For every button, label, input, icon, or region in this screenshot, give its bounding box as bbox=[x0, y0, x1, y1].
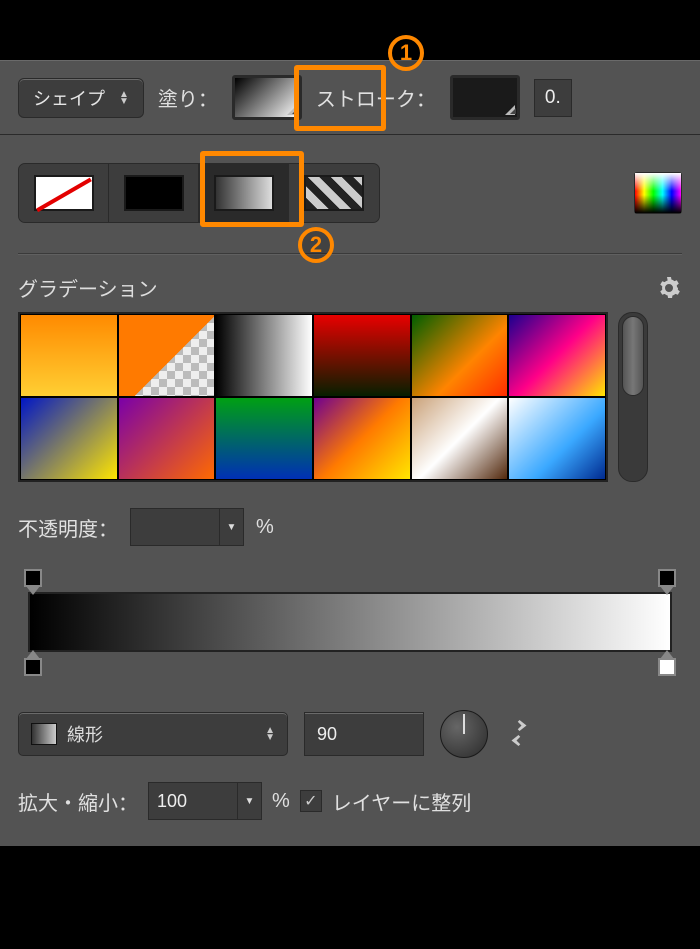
solid-fill-icon bbox=[124, 175, 184, 211]
tool-mode-label: シェイプ bbox=[33, 85, 105, 111]
angle-dial[interactable] bbox=[440, 710, 488, 758]
fill-label: 塗り： bbox=[158, 83, 218, 112]
gradient-preset[interactable] bbox=[118, 397, 216, 480]
opacity-stop-left[interactable] bbox=[24, 569, 42, 587]
fill-type-solid-button[interactable] bbox=[109, 164, 199, 222]
scrollbar-thumb[interactable] bbox=[622, 316, 644, 396]
chevron-down-icon: ▼ bbox=[245, 796, 255, 807]
opacity-label: 不透明度： bbox=[18, 513, 118, 542]
gradient-preset[interactable] bbox=[411, 314, 509, 397]
gradient-preset[interactable] bbox=[411, 397, 509, 480]
fill-type-pattern-button[interactable] bbox=[289, 164, 379, 222]
preset-scrollbar[interactable] bbox=[618, 312, 648, 482]
fill-type-gradient-button[interactable] bbox=[199, 164, 289, 222]
reverse-gradient-icon[interactable] bbox=[504, 718, 536, 750]
dropdown-arrows-icon: ▲▼ bbox=[265, 727, 275, 741]
fill-type-row: 2 bbox=[18, 153, 682, 253]
stroke-label: ストローク： bbox=[316, 83, 436, 112]
pattern-fill-icon bbox=[304, 175, 364, 211]
dropdown-arrows-icon: ▲▼ bbox=[119, 91, 129, 105]
dropdown-triangle-icon bbox=[287, 105, 297, 115]
opacity-stop-right[interactable] bbox=[658, 569, 676, 587]
opacity-unit: % bbox=[256, 516, 274, 539]
no-fill-icon bbox=[34, 175, 94, 211]
gradient-presets bbox=[18, 312, 682, 500]
linear-gradient-icon bbox=[31, 723, 57, 745]
gradient-fill-icon bbox=[214, 175, 274, 211]
gear-icon[interactable] bbox=[656, 275, 682, 301]
options-bar: シェイプ ▲▼ 塗り： ストローク： 0. 1 bbox=[0, 60, 700, 135]
fill-panel: 2 グラデーション 不透明度： ▼ % 線形 bbox=[0, 135, 700, 846]
dropdown-triangle-icon bbox=[505, 105, 515, 115]
scale-unit: % bbox=[272, 790, 290, 813]
fill-type-none-button[interactable] bbox=[19, 164, 109, 222]
gradient-bar[interactable] bbox=[28, 592, 672, 652]
color-picker-icon[interactable] bbox=[634, 172, 682, 214]
gradient-preset[interactable] bbox=[20, 314, 118, 397]
chevron-down-icon: ▼ bbox=[227, 522, 237, 533]
color-stop-right[interactable] bbox=[658, 658, 676, 676]
opacity-input[interactable] bbox=[130, 508, 220, 546]
scale-label: 拡大・縮小： bbox=[18, 787, 138, 816]
scale-dropdown[interactable]: ▼ bbox=[238, 782, 262, 820]
gradient-editor[interactable] bbox=[18, 562, 682, 688]
gradient-preset[interactable] bbox=[508, 397, 606, 480]
gradient-preset[interactable] bbox=[313, 314, 411, 397]
gradient-preset[interactable] bbox=[508, 314, 606, 397]
gradient-preset[interactable] bbox=[215, 314, 313, 397]
fill-swatch-button[interactable] bbox=[232, 75, 302, 120]
opacity-dropdown[interactable]: ▼ bbox=[220, 508, 244, 546]
gradient-section-title: グラデーション bbox=[18, 273, 158, 302]
gradient-angle-input[interactable]: 90 bbox=[304, 712, 424, 756]
tool-mode-dropdown[interactable]: シェイプ ▲▼ bbox=[18, 78, 144, 118]
color-stop-left[interactable] bbox=[24, 658, 42, 676]
gradient-preset[interactable] bbox=[215, 397, 313, 480]
align-layer-checkbox[interactable]: ✓ bbox=[300, 790, 322, 812]
gradient-preset[interactable] bbox=[118, 314, 216, 397]
scale-input[interactable]: 100 bbox=[148, 782, 238, 820]
stroke-width-field[interactable]: 0. bbox=[534, 79, 572, 117]
stroke-swatch-button[interactable] bbox=[450, 75, 520, 120]
fill-type-group bbox=[18, 163, 380, 223]
gradient-type-label: 線形 bbox=[67, 721, 103, 747]
align-layer-label: レイヤーに整列 bbox=[332, 787, 471, 816]
gradient-type-dropdown[interactable]: 線形 ▲▼ bbox=[18, 712, 288, 756]
gradient-preset[interactable] bbox=[313, 397, 411, 480]
gradient-preset[interactable] bbox=[20, 397, 118, 480]
